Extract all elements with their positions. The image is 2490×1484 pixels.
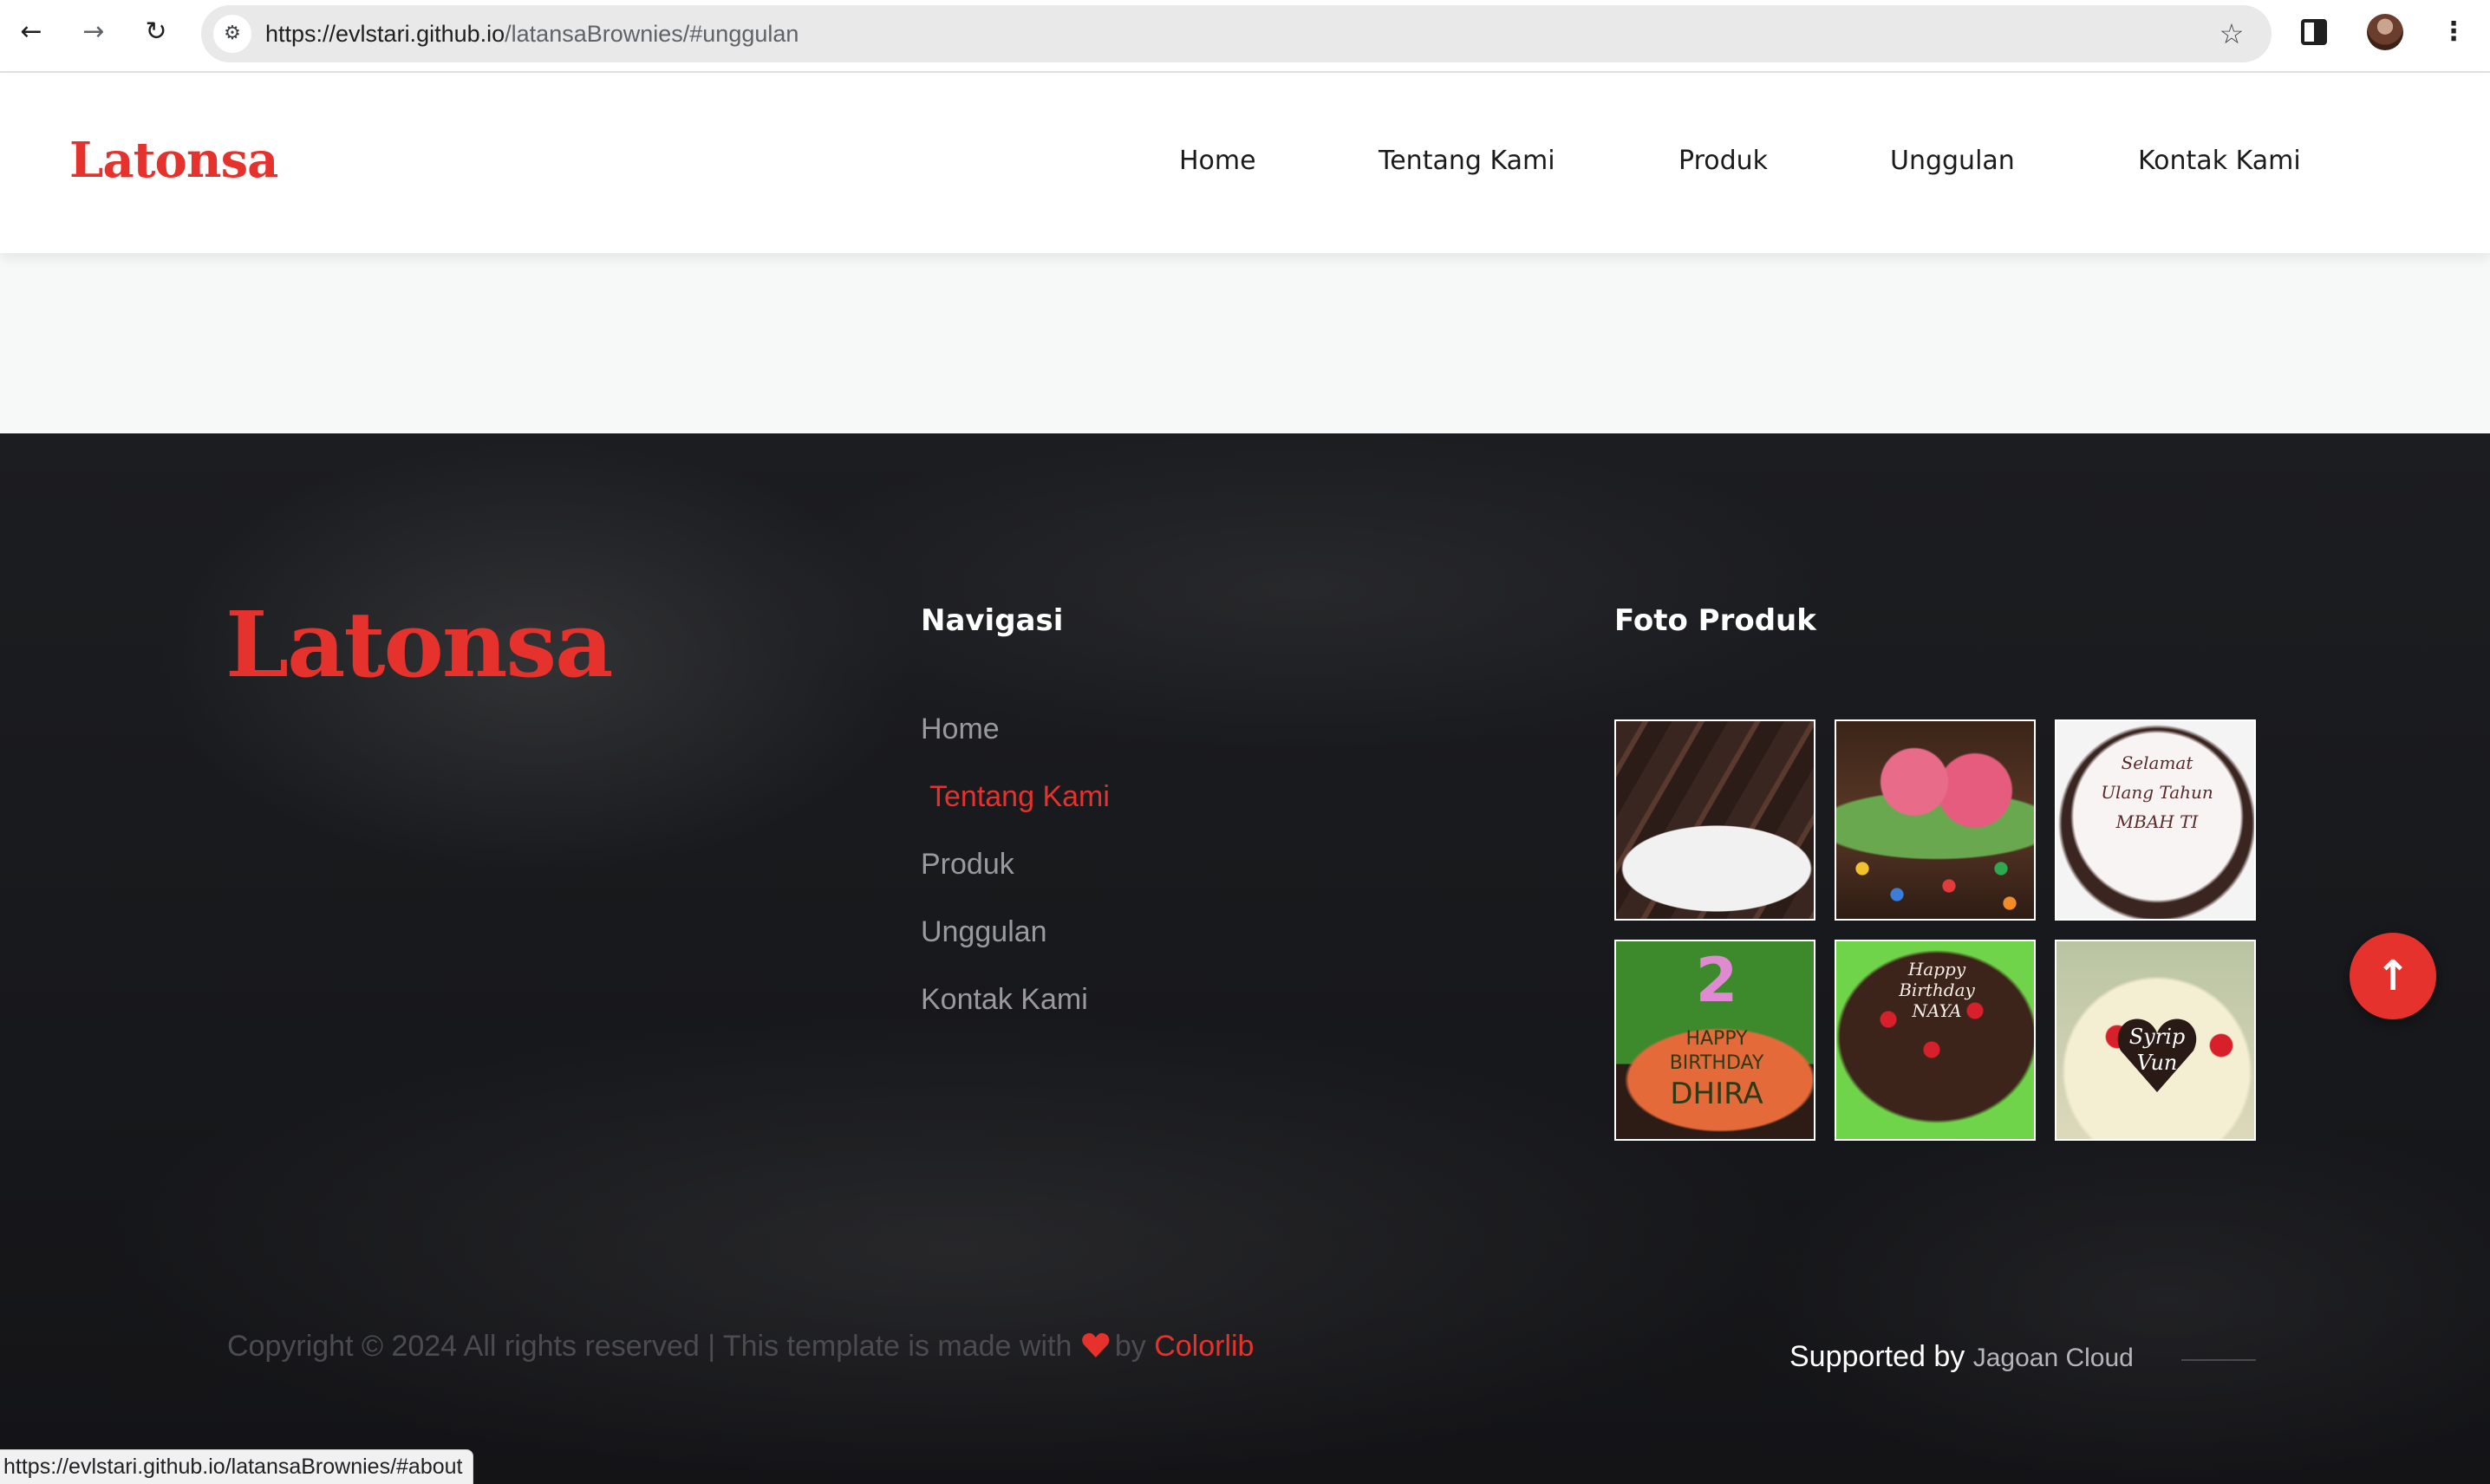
footer-link-tentang-kami[interactable]: Tentang Kami	[929, 780, 1110, 814]
photo-text: Happy	[1907, 959, 1966, 980]
back-icon[interactable]: ←	[14, 15, 49, 49]
footer-link-produk[interactable]: Produk	[921, 848, 1014, 882]
copyright-text: Copyright © 2024 All rights reserved | T…	[227, 1330, 1254, 1364]
heart-icon	[1082, 1333, 1110, 1357]
nav-unggulan[interactable]: Unggulan	[1890, 75, 2015, 253]
nav-kontak-kami[interactable]: Kontak Kami	[2138, 75, 2301, 253]
bookmark-star-icon[interactable]: ☆	[2211, 13, 2252, 55]
nav-home[interactable]: Home	[1179, 75, 1256, 253]
footer: Latonsa Navigasi Home Tentang Kami Produ…	[0, 433, 2490, 1484]
nav-tentang-kami[interactable]: Tentang Kami	[1379, 75, 1555, 253]
site-info-icon[interactable]: ⚙	[213, 15, 251, 53]
footer-photos-title: Foto Produk	[1614, 603, 1816, 638]
photo-text: Syrip	[2128, 1025, 2186, 1049]
product-photo-naya-cake[interactable]: Happy Birthday NAYA	[1835, 940, 2036, 1141]
copyright-by: by	[1114, 1330, 1146, 1363]
photo-text: Ulang Tahun	[2101, 782, 2213, 803]
photo-text: DHIRA	[1670, 1077, 1763, 1111]
footer-link-unggulan[interactable]: Unggulan	[921, 915, 1047, 949]
url-path: /latansaBrownies/#unggulan	[505, 21, 799, 47]
footer-link-home[interactable]: Home	[921, 713, 1000, 746]
back-to-top-button[interactable]: ↑	[2350, 933, 2436, 1019]
link-status-bar: https://evlstari.github.io/latansaBrowni…	[0, 1449, 474, 1484]
supported-by: Supported by Jagoan Cloud	[1789, 1340, 2134, 1374]
supported-label: Supported by	[1789, 1340, 1965, 1373]
product-photo-heart-cake[interactable]: Syrip Vun	[2055, 940, 2256, 1141]
footer-nav-title: Navigasi	[921, 603, 1064, 638]
copyright-main: Copyright © 2024 All rights reserved | T…	[227, 1330, 1072, 1363]
jagoan-cloud-link[interactable]: Jagoan Cloud	[1973, 1344, 2134, 1372]
photo-text: Selamat	[2121, 752, 2193, 773]
site-header: Latonsa Home Tentang Kami Produk Unggula…	[0, 75, 2490, 253]
colorlib-link[interactable]: Colorlib	[1154, 1330, 1254, 1363]
footer-link-kontak-kami[interactable]: Kontak Kami	[921, 983, 1088, 1017]
photo-text: BIRTHDAY	[1669, 1052, 1764, 1074]
photo-text: MBAH TI	[2115, 811, 2199, 832]
photo-text: Birthday	[1899, 980, 1975, 1000]
photo-text: Vun	[2136, 1051, 2178, 1075]
footer-logo[interactable]: Latonsa	[225, 591, 613, 698]
product-photo-dhira-cake[interactable]: 2 HAPPY BIRTHDAY DHIRA	[1614, 940, 1815, 1141]
header-logo[interactable]: Latonsa	[69, 132, 278, 189]
browser-toolbar: ← → ↻ ⚙ https://evlstari.github.io/latan…	[0, 0, 2490, 73]
side-panel-icon[interactable]	[2301, 19, 2327, 45]
profile-avatar[interactable]	[2367, 14, 2403, 50]
forward-icon[interactable]: →	[76, 15, 111, 49]
arrow-up-icon: ↑	[2375, 952, 2411, 1000]
product-photo-brownies[interactable]	[1614, 719, 1815, 921]
section-spacer	[0, 253, 2490, 433]
product-photo-mbah-ti-cake[interactable]: Selamat Ulang Tahun MBAH TI	[2055, 719, 2256, 921]
address-bar[interactable]: ⚙ https://evlstari.github.io/latansaBrow…	[201, 5, 2272, 62]
nav-produk[interactable]: Produk	[1678, 75, 1768, 253]
more-menu-icon[interactable]: ⋮	[2436, 15, 2471, 49]
reload-icon[interactable]: ↻	[139, 15, 173, 49]
photo-text: 2	[1695, 945, 1738, 1016]
url-host: https://evlstari.github.io	[265, 21, 505, 47]
photo-text: NAYA	[1912, 1000, 1962, 1021]
url-text[interactable]: https://evlstari.github.io/latansaBrowni…	[265, 5, 798, 62]
photo-text: HAPPY	[1685, 1028, 1748, 1050]
product-photo-rose-cake[interactable]	[1835, 719, 2036, 921]
divider	[2181, 1359, 2256, 1361]
